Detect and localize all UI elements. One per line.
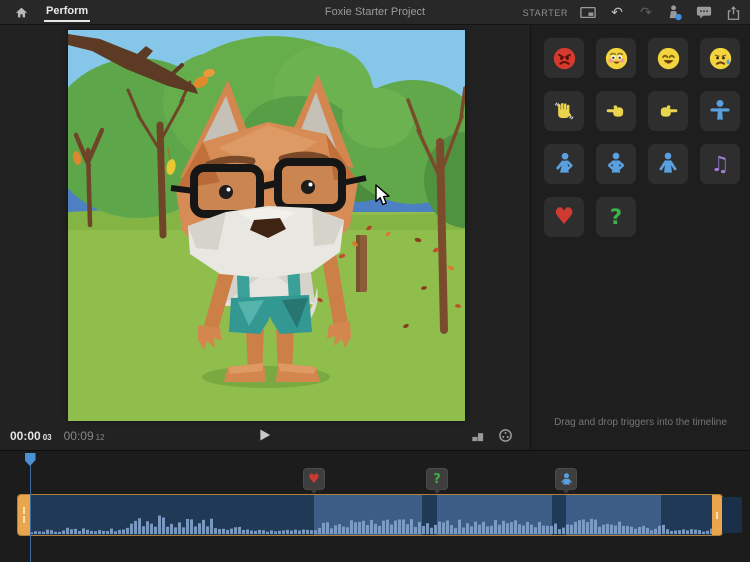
trigger-pose-hand-on-hip[interactable] [544, 144, 584, 184]
duration-time: 00:09 [64, 429, 94, 443]
share-icon[interactable] [724, 4, 742, 22]
top-bar: Perform Foxie Starter Project STARTER ↶ … [0, 0, 750, 25]
tab-perform-label: Perform [46, 5, 88, 17]
trigger-wave[interactable] [544, 91, 584, 131]
triggers-hint: Drag and drop triggers into the timeline [531, 417, 750, 428]
home-icon[interactable] [12, 3, 30, 21]
trigger-grid: ♫ ♥? [544, 38, 740, 237]
playhead-handle[interactable] [25, 453, 36, 466]
duration-frames: 12 [96, 433, 105, 442]
timeline-marker-pose[interactable] [555, 468, 577, 490]
feedback-icon[interactable] [695, 4, 713, 22]
trigger-point-right[interactable] [648, 91, 688, 131]
film-reel-icon[interactable] [496, 427, 514, 445]
timeline-marker-question[interactable]: ? [426, 468, 448, 490]
trigger-sad[interactable] [700, 38, 740, 78]
starter-mode-icon[interactable] [579, 4, 597, 22]
transport-bar: 00:0003 00:0912 [0, 421, 530, 450]
current-frames: 03 [43, 433, 52, 442]
trigger-pose-arms-down[interactable] [648, 144, 688, 184]
trigger-point-left[interactable] [596, 91, 636, 131]
clip-trimmed-remainder [722, 497, 742, 533]
trigger-angry[interactable] [544, 38, 584, 78]
current-time: 00:00 [10, 429, 41, 443]
playhead-line [30, 456, 32, 562]
character-animator-window: Perform Foxie Starter Project STARTER ↶ … [0, 0, 750, 562]
timecode: 00:0003 00:0912 [10, 429, 105, 443]
clip-trim-handle-left[interactable] [18, 495, 30, 535]
audio-clip[interactable] [18, 495, 722, 535]
stage-canvas[interactable] [68, 30, 465, 421]
live-inputs-icon[interactable] [666, 4, 684, 22]
play-button[interactable] [253, 424, 277, 446]
timeline-panel: ♥? [0, 450, 750, 562]
trigger-laugh[interactable] [648, 38, 688, 78]
scene-illustration [68, 30, 465, 421]
tab-active-underline [44, 20, 90, 22]
timeline-marker-heart[interactable]: ♥ [303, 468, 325, 490]
undo-icon[interactable]: ↶ [608, 4, 626, 22]
redo-icon[interactable]: ↷ [637, 4, 655, 22]
starter-mode-label: STARTER [523, 8, 568, 18]
audio-waveform [30, 496, 712, 534]
clip-body[interactable] [30, 495, 712, 535]
trigger-heart[interactable]: ♥ [544, 197, 584, 237]
clip-trim-handle-right[interactable] [712, 495, 722, 535]
trigger-question[interactable]: ? [596, 197, 636, 237]
triggers-panel: ♫ ♥? Drag and drop triggers into the time… [530, 25, 750, 450]
trigger-pose-arms-out[interactable] [700, 91, 740, 131]
tab-perform[interactable]: Perform [44, 1, 90, 23]
trigger-blush[interactable] [596, 38, 636, 78]
trigger-pose-hands-on-hips[interactable] [596, 144, 636, 184]
stage-panel: 00:0003 00:0912 [0, 25, 530, 450]
live-status-dot [675, 14, 681, 20]
blocks-icon[interactable] [468, 427, 486, 445]
trigger-music[interactable]: ♫ [700, 144, 740, 184]
play-icon [259, 428, 271, 442]
